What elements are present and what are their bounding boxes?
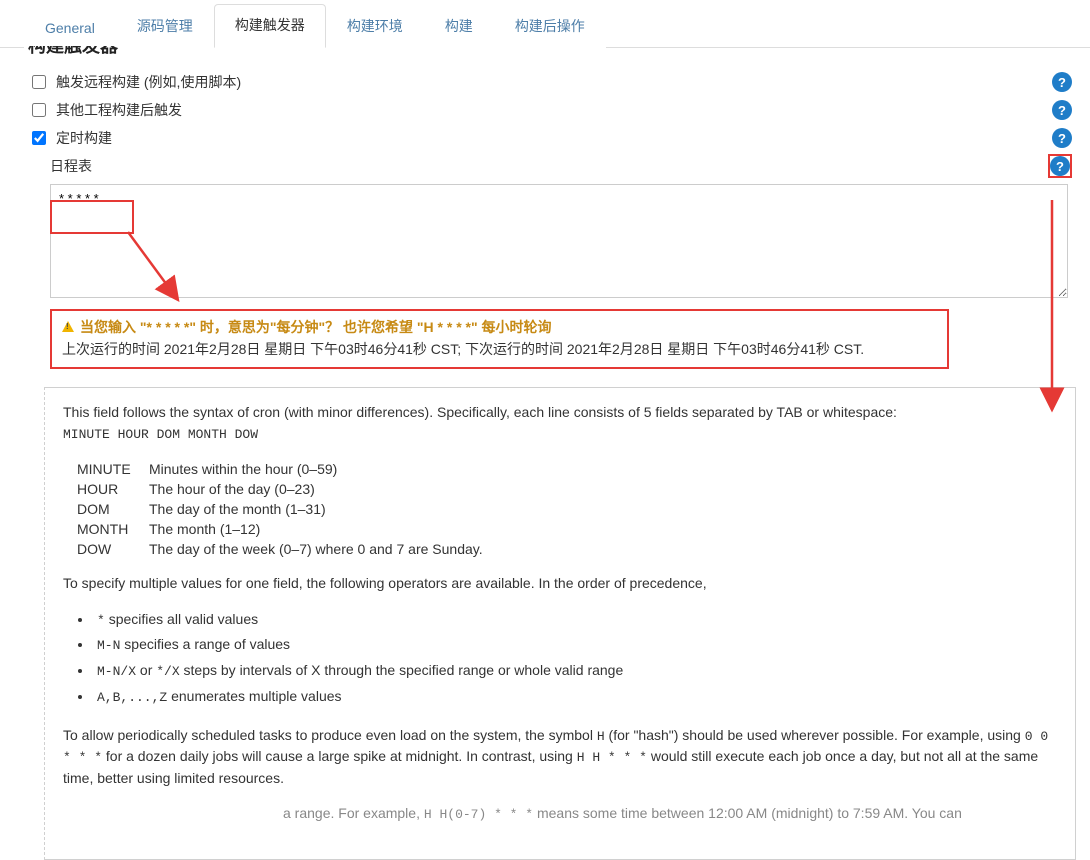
table-row: DOWThe day of the week (0–7) where 0 and… <box>77 539 493 559</box>
list-item: * specifies all valid values <box>93 608 1057 632</box>
trigger-after-other-row: 其他工程构建后触发 ? <box>28 96 1072 124</box>
help-icon[interactable]: ? <box>1052 128 1072 148</box>
trigger-timer-label: 定时构建 <box>56 128 1052 148</box>
trigger-after-other-checkbox[interactable] <box>32 103 46 117</box>
cron-schedule-textarea[interactable] <box>50 184 1068 298</box>
cron-operators-list: * specifies all valid values M-N specifi… <box>93 608 1057 709</box>
table-row: DOMThe day of the month (1–31) <box>77 499 493 519</box>
help-format-line: MINUTE HOUR DOM MONTH DOW <box>63 427 258 442</box>
trigger-timer-row: 定时构建 ? <box>28 124 1072 152</box>
trigger-remote-label: 触发远程构建 (例如,使用脚本) <box>56 72 1052 92</box>
table-row: MONTHThe month (1–12) <box>77 519 493 539</box>
help-icon[interactable]: ? <box>1052 100 1072 120</box>
tab-build[interactable]: 构建 <box>424 5 494 48</box>
warning-text-line1: 当您输入 "* * * * *" 时，意思为"每分钟"？ 也许您希望 "H * … <box>80 319 552 335</box>
tab-general[interactable]: General <box>24 9 116 48</box>
tab-build-triggers[interactable]: 构建触发器 <box>214 4 326 48</box>
table-row: HOURThe hour of the day (0–23) <box>77 479 493 499</box>
cron-help-panel: This field follows the syntax of cron (w… <box>44 387 1076 860</box>
tab-post-build[interactable]: 构建后操作 <box>494 5 606 48</box>
warning-icon <box>62 321 74 332</box>
trigger-after-other-label: 其他工程构建后触发 <box>56 100 1052 120</box>
section-title: 构建触发器 <box>0 46 1090 62</box>
trigger-remote-row: 触发远程构建 (例如,使用脚本) ? <box>28 68 1072 96</box>
help-intro: This field follows the syntax of cron (w… <box>63 404 897 420</box>
help-multi-intro: To specify multiple values for one field… <box>63 573 1057 594</box>
cron-validation-warning: 当您输入 "* * * * *" 时，意思为"每分钟"？ 也许您希望 "H * … <box>50 309 949 369</box>
schedule-label: 日程表 <box>50 156 1048 176</box>
schedule-help-icon[interactable]: ? <box>1050 156 1070 176</box>
help-hash-paragraph: To allow periodically scheduled tasks to… <box>63 725 1057 789</box>
list-item: M-N/X or */X steps by intervals of X thr… <box>93 659 1057 683</box>
trigger-remote-checkbox[interactable] <box>32 75 46 89</box>
config-tabs: General 源码管理 构建触发器 构建环境 构建 构建后操作 <box>0 0 1090 48</box>
help-tail-cut: a range. For example, H H(0-7) * * * mea… <box>63 803 1057 827</box>
trigger-timer-checkbox[interactable] <box>32 131 46 145</box>
tab-scm[interactable]: 源码管理 <box>116 5 214 48</box>
schedule-label-row: 日程表 ? <box>50 152 1072 184</box>
help-icon[interactable]: ? <box>1052 72 1072 92</box>
tab-build-environment[interactable]: 构建环境 <box>326 5 424 48</box>
cron-fields-table: MINUTEMinutes within the hour (0–59) HOU… <box>77 459 493 559</box>
table-row: MINUTEMinutes within the hour (0–59) <box>77 459 493 479</box>
warning-text-line2: 上次运行的时间 2021年2月28日 星期日 下午03时46分41秒 CST; … <box>62 339 937 359</box>
list-item: A,B,...,Z enumerates multiple values <box>93 685 1057 709</box>
list-item: M-N specifies a range of values <box>93 633 1057 657</box>
